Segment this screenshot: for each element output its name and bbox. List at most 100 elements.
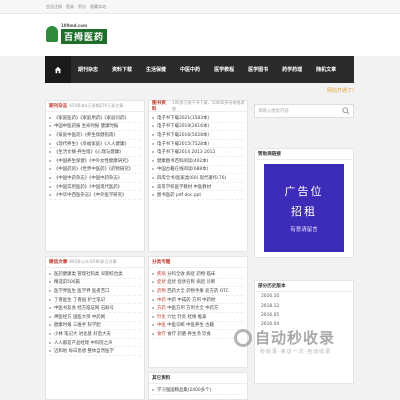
site-notice: 网站开通了! (326, 88, 354, 94)
home-icon (54, 66, 62, 73)
list-item[interactable]: 《中国养生保健》《中外女性健康研究》 (49, 157, 141, 166)
list-item[interactable]: 《中国中药杂志》《中国中药杂志》 (49, 174, 141, 183)
top-link-points[interactable]: 积分 (78, 4, 86, 10)
list-item[interactable]: 电子书下载2015(7528本) (152, 140, 244, 149)
top-link-register[interactable]: 会员注册 (46, 4, 62, 10)
list-item[interactable]: 健康图书百科阅读(402本) (152, 157, 244, 166)
category-row[interactable]: 食疗 食疗 药膳 养生汤 饮食 (152, 330, 244, 339)
wechat-subtitle: 800多公众号680多万文章 (69, 259, 117, 264)
history-title: 部分历史版本 (258, 284, 286, 289)
watermark-brand: 自动秒收录 (255, 329, 336, 347)
list-item[interactable]: 图书医药 pdf doc ppt (152, 191, 244, 200)
search-icon (342, 107, 350, 115)
list-item[interactable]: 人人都是产品经理 中科院之声 (49, 339, 141, 348)
list-item[interactable]: 电子书下载2021(1583本) (152, 114, 244, 123)
list-item[interactable]: 电子书下载2016(5028本) (152, 131, 244, 140)
nav-item-journals[interactable]: 期刊杂志 (71, 56, 105, 83)
sponsor-title: 赞助商链接 (255, 149, 353, 160)
history-item[interactable]: 2020.10 (255, 292, 353, 301)
category-row[interactable]: 症状 症状 症状名称 病因 诊断 (152, 279, 244, 288)
main-nav: 期刊杂志 资料下载 生活保健 中医中药 医学教程 医学图书 药学药理 随机文章 (45, 56, 354, 83)
ad-banner[interactable]: 广告位 招租 有意请留言 (264, 164, 344, 252)
list-item[interactable]: 电子书下载2014 2013 2012 (152, 148, 244, 157)
ebooks-list: 电子书下载2021(1583本) 电子书下载2019(2616本) 电子书下载2… (149, 112, 247, 202)
history-item[interactable]: 2016.05 (255, 311, 353, 320)
logo-url: 100md.com (61, 23, 88, 28)
other-title[interactable]: 其它资料 (152, 375, 170, 381)
categories-title[interactable]: 分类专题 (152, 259, 170, 265)
list-item[interactable]: 小林 笔记大 进化基 好后大夫 (49, 330, 141, 339)
ebooks-subtitle: 100多万电子书下载，10000多份电视讲座 (172, 100, 245, 111)
top-link-login[interactable]: 登录 (66, 4, 74, 10)
list-item[interactable]: 《家庭医药》《家庭用药》《家庭问药》 (49, 114, 141, 123)
watermark: 自动秒收录 秒收录·来访一次·自动收录 (234, 327, 384, 383)
list-item[interactable]: 医学界医生 医学界 医者苦口 (49, 287, 141, 296)
nav-item-tutorials[interactable]: 医学教程 (207, 56, 241, 83)
other-header: 其它资料 (149, 373, 247, 384)
wechat-header: 微信文章 800多公众号680多万文章 (46, 257, 144, 268)
site-header: 100md.com 百拇医药 (0, 14, 400, 56)
list-item[interactable]: 《家庭中医药》《养生保健指南》 (49, 131, 141, 140)
nav-item-tcm[interactable]: 中医中药 (173, 56, 207, 83)
wechat-list: 医药健康类 管理社科类 早期综合类 精选前500篇 医学界医生 医学界 医者苦口… (46, 268, 144, 358)
ebooks-header: 图书资料 100多万电子书下载，10000多份电视讲座 (149, 100, 247, 112)
list-item[interactable]: 精选前500篇 (49, 279, 141, 288)
list-item[interactable]: 电子书下载2019(2616本) (152, 123, 244, 132)
list-item[interactable]: 丁香医生 丁香园 护士笔记 (49, 296, 141, 305)
list-item[interactable]: 《中国药房》《世界中医药》《药物研究》 (49, 166, 141, 175)
nav-item-pharmacy[interactable]: 药学药理 (275, 56, 309, 83)
list-item[interactable]: 四库全书/医家类(60) 现代著作(76) (152, 174, 244, 183)
wechat-title[interactable]: 微信文章 (49, 259, 67, 265)
list-item[interactable]: 学习强国精品集(2400多个) (152, 386, 244, 395)
list-item[interactable]: 高等学校医学教材 中医教材 (152, 183, 244, 192)
list-item[interactable]: 中国古籍在线阅读(688本) (152, 166, 244, 175)
journals-subtitle: 650多本4万多期276万多文章 (69, 103, 124, 108)
list-item[interactable]: 医药健康类 管理社科类 早期综合类 (49, 270, 141, 279)
other-list: 学习强国精品集(2400多个) (149, 384, 247, 397)
ebooks-box: 图书资料 100多万电子书下载，10000多份电视讲座 电子书下载2021(15… (148, 100, 248, 252)
list-item[interactable]: 《中国实用医药》《中国现代医药》 (49, 183, 141, 192)
logo-icon (46, 25, 58, 42)
nav-item-books[interactable]: 医学图书 (241, 56, 275, 83)
logo-name: 百拇医药 (61, 29, 108, 44)
site-logo[interactable]: 100md.com 百拇医药 (46, 23, 108, 44)
ad-line-1: 广告位 (284, 185, 324, 198)
history-item[interactable]: 2018.12 (255, 301, 353, 310)
wechat-box: 微信文章 800多公众号680多万文章 医药健康类 管理社科类 早期综合类 精选… (45, 256, 145, 400)
watermark-logo-icon (234, 328, 252, 347)
category-row[interactable]: 中医 中医诊断 中医养生 古籍 (152, 322, 244, 331)
nav-home-button[interactable] (45, 56, 71, 83)
top-bar: 会员注册 登录 积分 收藏本站 (0, 0, 400, 14)
other-box: 其它资料 学习强国精品集(2400多个) (148, 372, 248, 400)
nav-item-downloads[interactable]: 资料下载 (105, 56, 139, 83)
category-row[interactable]: 针灸 穴位 针灸 经络 推拿 (152, 313, 244, 322)
search-input[interactable]: 请输入搜索内容 (255, 108, 339, 114)
category-row[interactable]: 疾病 分科全收 病症 药物 临床 (152, 270, 244, 279)
journals-box: 期刊杂志 650多本4万多期276万多文章 《家庭医药》《家庭用药》《家庭问药》… (45, 100, 145, 252)
journals-header: 期刊杂志 650多本4万多期276万多文章 (46, 101, 144, 112)
category-row[interactable]: 中药 中药 中成药 方剂 中药材 (152, 296, 244, 305)
history-header: 部分历史版本 (255, 281, 353, 292)
search-bar: 请输入搜索内容 (254, 104, 354, 118)
list-item[interactable]: 《中华中西医杂志》《中外医学研究》 (49, 191, 141, 200)
category-row[interactable]: 方药 中医方剂 方剂大全 中药方 (152, 304, 244, 313)
categories-list: 疾病 分科全收 病症 药物 临床 症状 症状 症状名称 病因 诊断 药物 西药大… (149, 268, 247, 341)
ebooks-title[interactable]: 图书资料 (152, 100, 170, 112)
nav-item-random[interactable]: 随机文章 (309, 56, 343, 83)
list-item[interactable]: 健康时报 三维手 科学胆 (49, 322, 141, 331)
categories-header: 分类专题 (149, 257, 247, 268)
list-item[interactable]: 神医经方 国医大师 中药网 (49, 313, 141, 322)
ad-line-2: 招租 (291, 205, 317, 218)
list-item[interactable]: 《生活文摘·养生版》《心理与健康》 (49, 148, 141, 157)
categories-box: 分类专题 疾病 分科全收 病症 药物 临床 症状 症状 症状名称 病因 诊断 药… (148, 256, 248, 368)
top-link-favorite[interactable]: 收藏本站 (90, 4, 106, 10)
search-button[interactable] (339, 105, 353, 117)
sponsor-box: 赞助商链接 广告位 招租 有意请留言 (254, 148, 354, 258)
list-item[interactable]: 迈和地 每日思想 整体自然医学 (49, 347, 141, 356)
nav-item-health[interactable]: 生活保健 (139, 56, 173, 83)
list-item[interactable]: 中医书友会 经方临证网 石斛号 (49, 304, 141, 313)
list-item[interactable]: 《现代养生》《幸福家庭》《人人健康》 (49, 140, 141, 149)
category-row[interactable]: 药物 西药大全 药物手册 处方药 OTC (152, 287, 244, 296)
list-item[interactable]: 中国中医药报 生命时报 健康时报 (49, 123, 141, 132)
journals-title[interactable]: 期刊杂志 (49, 103, 67, 109)
